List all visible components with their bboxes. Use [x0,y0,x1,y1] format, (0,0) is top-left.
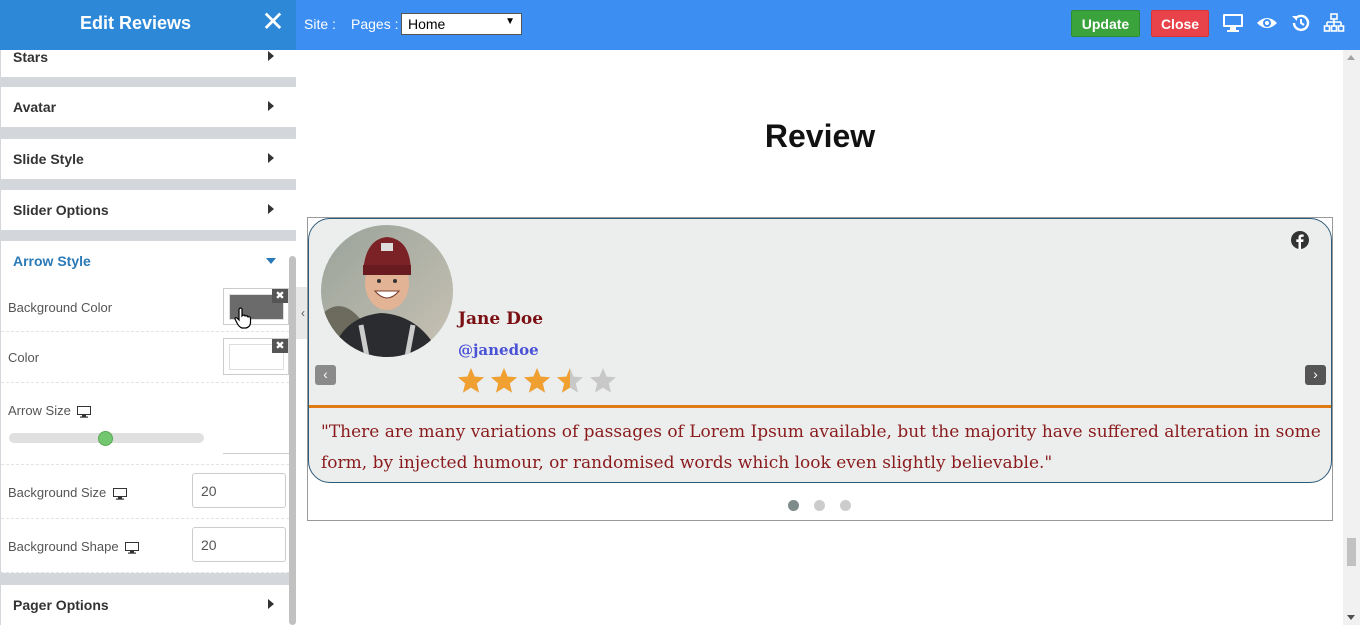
history-icon[interactable] [1290,12,1312,34]
section-stars[interactable]: Stars [1,50,296,77]
background-size-input[interactable]: 20 [192,473,286,508]
pages-label: Pages : [351,16,399,32]
background-size-text: Background Size [8,485,107,500]
section-label: Pager Options [13,597,109,613]
section-arrow-style[interactable]: Arrow Style [1,241,296,281]
arrow-size-label: Arrow Size [8,403,92,418]
star-rating [457,367,622,395]
color-picker[interactable]: ✖ [223,338,289,375]
scroll-down-icon[interactable] [1347,615,1355,620]
top-toolbar: Edit Reviews ✕ Site : Pages : Home ▼ Upd… [0,0,1360,50]
background-shape-label: Background Shape [8,539,140,554]
section-avatar[interactable]: Avatar [1,87,296,127]
close-panel-icon[interactable]: ✕ [260,8,286,36]
close-button[interactable]: Close [1151,10,1209,37]
caret-right-icon [268,599,274,609]
card-divider [309,405,1331,408]
scroll-up-icon[interactable] [1347,55,1355,60]
pager-dot[interactable] [788,500,799,511]
panel-header: Edit Reviews ✕ [0,0,296,50]
background-color-label: Background Color [8,300,113,315]
section-slide-style[interactable]: Slide Style [1,139,296,179]
page-heading: Review [764,118,876,154]
review-quote: "There are many variations of passages o… [321,422,1321,473]
caret-down-icon [266,258,276,264]
color-label: Color [8,350,40,365]
panel-title: Edit Reviews [80,13,192,33]
arrow-size-slider-handle[interactable] [98,431,113,446]
sidebar-scrollbar[interactable] [289,256,296,625]
remove-icon[interactable]: ✖ [272,289,288,303]
scrollbar-thumb[interactable] [1347,538,1356,566]
caret-right-icon [268,204,274,214]
section-label: Slider Options [13,202,109,218]
arrow-style-panel: Background Color ✖ Color ✖ Arrow Size Ba… [1,281,289,573]
star-icon [458,368,484,393]
pages-select[interactable]: Home ▼ [401,13,522,35]
desktop-icon [112,487,127,500]
remove-icon[interactable]: ✖ [272,339,288,353]
update-button[interactable]: Update [1071,10,1140,37]
color-row: Color ✖ [1,332,289,383]
section-label: Arrow Style [13,253,91,269]
star-icon [590,368,616,393]
dropdown-arrow-icon: ▼ [505,16,515,27]
caret-right-icon [268,101,274,111]
review-card: Jane Doe @janedoe "There are many variat… [308,218,1332,483]
caret-right-icon [268,51,274,61]
avatar [321,225,453,357]
eye-icon[interactable] [1256,12,1278,34]
caret-right-icon [268,153,274,163]
facebook-icon[interactable] [1291,231,1309,249]
desktop-icon[interactable] [1222,12,1244,34]
prev-slide-button[interactable]: ‹ [315,365,336,385]
reviewer-name: Jane Doe [458,309,544,329]
star-icon [557,368,583,393]
desktop-icon [77,405,92,418]
star-icon [491,368,517,393]
background-color-row: Background Color ✖ [1,281,289,332]
site-label: Site : [304,16,336,32]
pages-select-value: Home [408,16,446,32]
reviewer-handle: @janedoe [458,341,539,359]
section-label: Avatar [13,99,57,115]
desktop-icon [125,541,140,554]
section-label: Stars [13,50,49,65]
hand-cursor-icon [234,307,252,329]
section-pager-options[interactable]: Pager Options [1,585,296,625]
pager-dot[interactable] [840,500,851,511]
background-shape-row: Background Shape 20 [1,519,289,573]
arrow-size-input-edge [223,453,289,454]
background-size-row: Background Size 20 [1,465,289,519]
next-slide-button[interactable]: › [1305,365,1326,385]
section-label: Slide Style [13,151,84,167]
arrow-size-row: Arrow Size [1,383,289,465]
section-slider-options[interactable]: Slider Options [1,190,296,230]
sidebar: Stars Avatar Slide Style Slider Options … [0,50,296,625]
background-size-label: Background Size [8,485,127,500]
pager-dot[interactable] [814,500,825,511]
star-icon [524,368,550,393]
page-scrollbar[interactable] [1343,50,1360,625]
arrow-size-text: Arrow Size [8,403,71,418]
sitemap-icon[interactable] [1323,12,1345,34]
background-shape-input[interactable]: 20 [192,527,286,562]
background-shape-text: Background Shape [8,539,119,554]
